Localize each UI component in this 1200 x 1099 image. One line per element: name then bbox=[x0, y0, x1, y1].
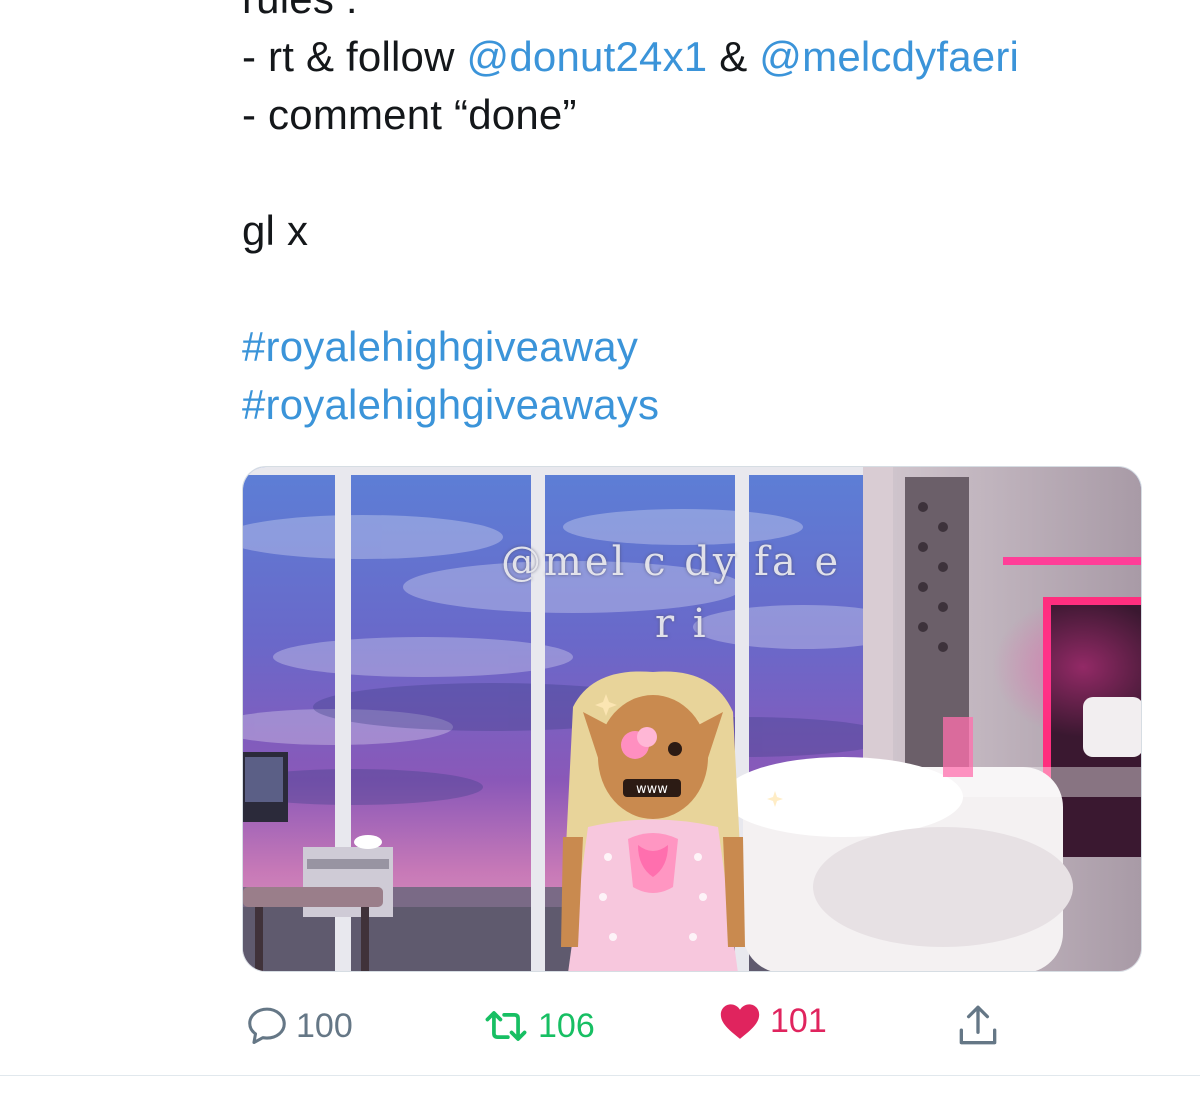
hashtag-royalehighgiveaway[interactable]: #royalehighgiveaway bbox=[242, 318, 1162, 376]
rule1-amp: & bbox=[707, 33, 760, 80]
like-button[interactable]: 101 bbox=[716, 993, 827, 1049]
mention-melcdyfaeri[interactable]: @melcdyfaeri bbox=[759, 33, 1019, 80]
retweet-count: 106 bbox=[538, 1006, 595, 1045]
reply-count: 100 bbox=[296, 1006, 353, 1045]
mention-donut24x1[interactable]: @donut24x1 bbox=[467, 33, 708, 80]
tweet-media-image[interactable]: www @mel c dy fa e r i bbox=[242, 466, 1142, 972]
hashtag-royalehighgiveaways[interactable]: #royalehighgiveaways bbox=[242, 376, 1162, 434]
tweet-body: rules : - rt & follow @donut24x1 & @melc… bbox=[242, 0, 1162, 434]
rule1-prefix: - rt & follow bbox=[242, 33, 467, 80]
retweet-button[interactable]: 106 bbox=[480, 998, 595, 1054]
tweet-line-rule-1: - rt & follow @donut24x1 & @melcdyfaeri bbox=[242, 28, 1162, 86]
heart-icon bbox=[720, 1004, 760, 1039]
share-upload-icon bbox=[959, 1005, 997, 1045]
tweet-line-rule-2: - comment “done” bbox=[242, 91, 577, 138]
tweet-line-rules: rules : bbox=[242, 0, 1162, 28]
svg-text:www: www bbox=[636, 782, 668, 797]
tweet-action-bar: 100 106 101 bbox=[0, 996, 1200, 1056]
line-spacer bbox=[242, 260, 1162, 318]
tweet-divider bbox=[0, 1075, 1200, 1076]
share-button[interactable] bbox=[953, 998, 1003, 1054]
avatar-character: www bbox=[561, 671, 745, 971]
watermark-line-1: @mel c dy fa e bbox=[501, 539, 842, 585]
watermark-line-2: r i bbox=[655, 601, 709, 647]
line-spacer bbox=[242, 144, 1162, 202]
speech-bubble-icon bbox=[248, 1007, 286, 1045]
retweet-arrows-icon bbox=[485, 1011, 527, 1041]
tweet-line-closing: gl x bbox=[242, 207, 309, 254]
reply-button[interactable]: 100 bbox=[244, 998, 353, 1054]
like-count: 101 bbox=[770, 1001, 827, 1040]
tweet-detail: rules : - rt & follow @donut24x1 & @melc… bbox=[0, 0, 1200, 1099]
